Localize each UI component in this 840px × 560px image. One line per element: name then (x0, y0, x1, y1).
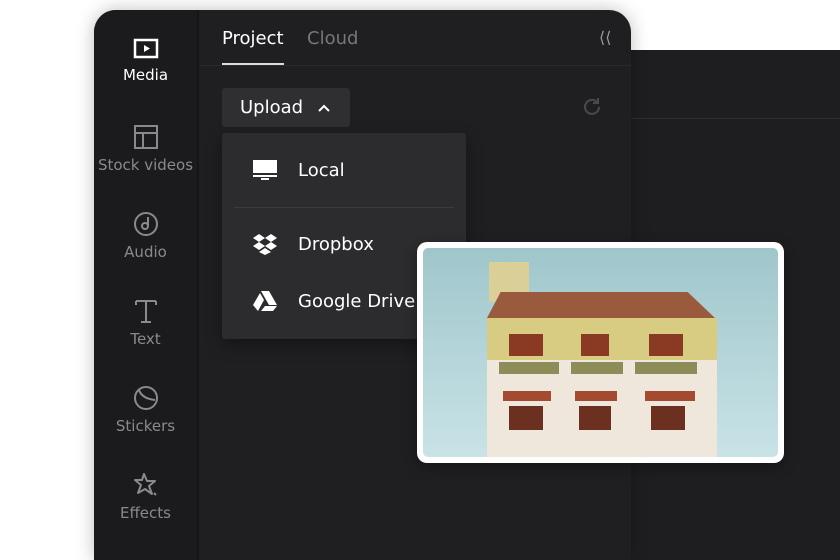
sidebar-item-media[interactable]: Media (94, 38, 197, 84)
google-drive-icon (253, 291, 277, 311)
refresh-icon[interactable] (581, 96, 603, 118)
menu-item-google-drive[interactable]: Google Drive (252, 290, 415, 312)
sidebar-item-stock-videos[interactable]: Stock videos (94, 124, 197, 174)
text-icon (134, 300, 157, 323)
menu-item-local[interactable]: Local (252, 159, 345, 181)
divider (600, 118, 840, 119)
menu-divider (234, 207, 454, 208)
divider (200, 65, 631, 66)
sidebar-item-effects[interactable]: Effects (94, 472, 197, 522)
play-square-icon (133, 38, 158, 59)
music-note-icon (133, 212, 158, 236)
sticker-icon (133, 386, 158, 410)
collapse-icon[interactable]: ⟨⟨ (599, 28, 611, 47)
tab-project[interactable]: Project (222, 28, 284, 49)
tab-cloud[interactable]: Cloud (307, 28, 358, 49)
sidebar: Media Stock videos Audio Text Stickers E… (94, 10, 199, 560)
dropbox-icon (253, 234, 277, 255)
sidebar-item-stickers[interactable]: Stickers (94, 385, 197, 435)
building-photo (423, 248, 778, 457)
layout-icon (133, 125, 158, 149)
chevron-up-icon (318, 104, 330, 112)
sidebar-item-audio[interactable]: Audio (94, 211, 197, 261)
upload-button[interactable]: Upload (222, 88, 350, 127)
menu-item-dropbox[interactable]: Dropbox (252, 233, 374, 255)
sidebar-item-text[interactable]: Text (94, 298, 197, 348)
sparkle-star-icon (133, 473, 157, 496)
monitor-icon (253, 160, 277, 180)
media-thumbnail[interactable] (417, 242, 784, 463)
